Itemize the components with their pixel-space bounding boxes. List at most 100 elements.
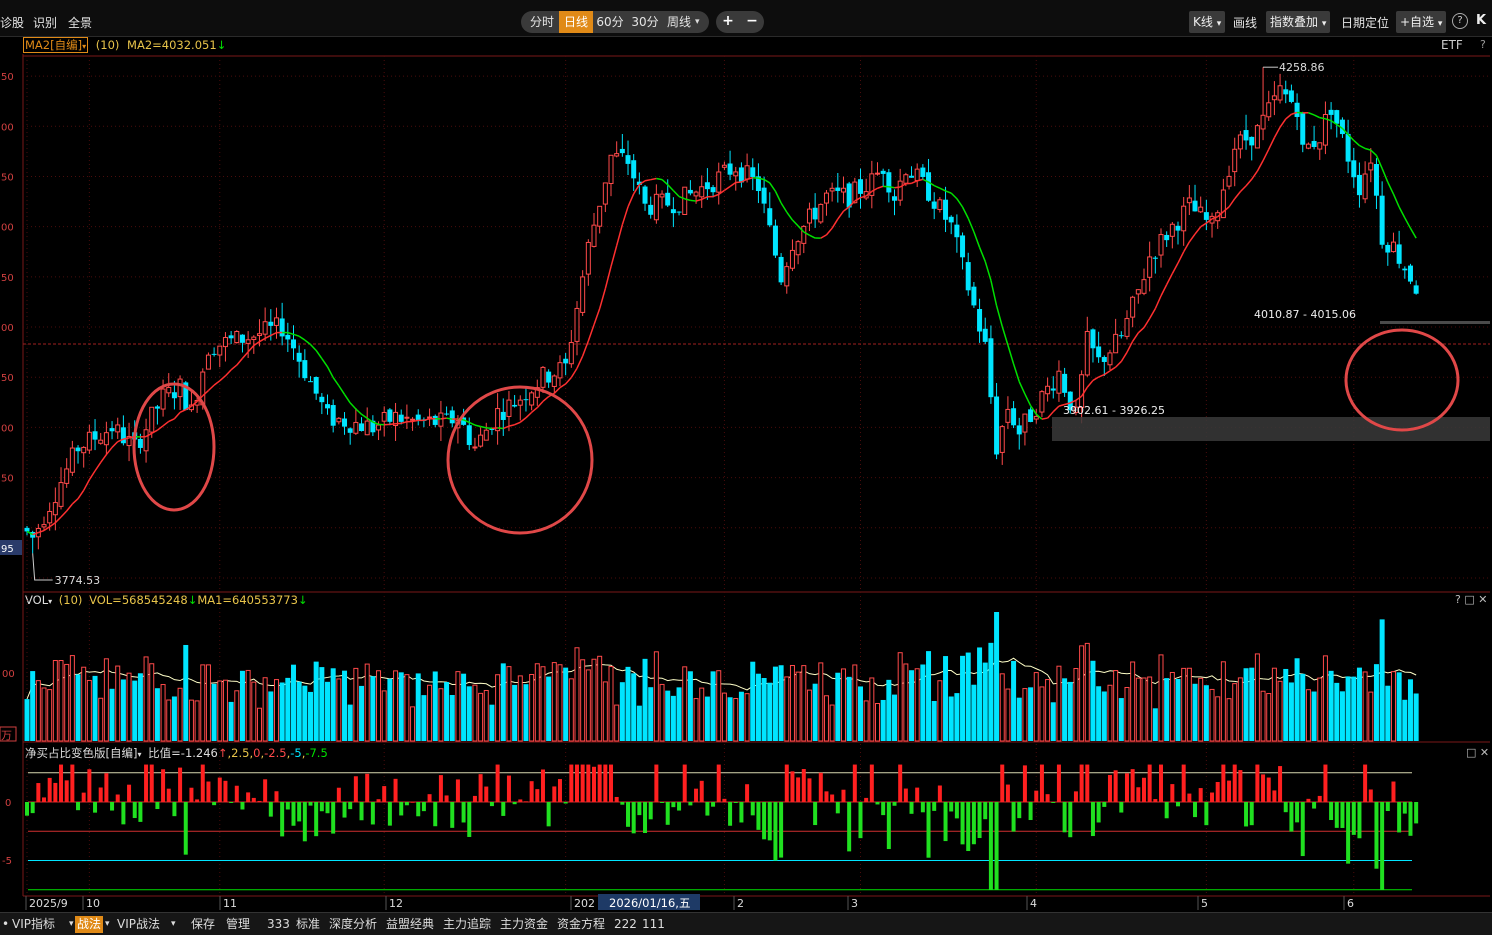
netbuy-bar — [473, 796, 477, 802]
ma-segment — [1025, 394, 1031, 406]
bottom-tab-10[interactable]: 主力资金 — [500, 916, 548, 933]
candle-body-down — [155, 406, 160, 408]
netbuy-bar — [127, 785, 131, 802]
candle-body-down — [1329, 110, 1334, 115]
candle-body-up — [1278, 86, 1282, 100]
netbuy-bar — [428, 794, 432, 802]
volume-bar-up — [1318, 678, 1322, 741]
netbuy-bar — [541, 769, 545, 802]
ma-segment — [1382, 168, 1388, 182]
netbuy-bar — [1068, 802, 1072, 837]
volume-bar-down — [909, 670, 914, 741]
chevron-down-icon[interactable]: ▾ — [105, 916, 110, 933]
ma-segment — [1110, 367, 1116, 371]
ma-segment — [832, 219, 838, 228]
netbuy-bar — [1040, 765, 1044, 802]
candle-body-up — [479, 435, 483, 446]
date-axis-label: 5 — [1201, 897, 1208, 910]
candle-body-down — [546, 372, 551, 383]
ma-segment — [1354, 140, 1360, 145]
volume-bar-down — [648, 687, 653, 741]
volume-bar-up — [1261, 691, 1265, 741]
date-axis-label: 3 — [851, 897, 858, 910]
bottom-tab-7[interactable]: 深度分析 — [329, 916, 377, 933]
netbuy-bar — [1199, 788, 1203, 802]
ma-segment — [974, 232, 980, 247]
candle-body-down — [416, 415, 421, 420]
volume-bar-up — [1046, 680, 1050, 741]
candle-body-up — [1391, 242, 1395, 251]
volume-bar-up — [167, 700, 171, 741]
candle-body-up — [802, 226, 806, 243]
chevron-down-icon[interactable]: ▾ — [69, 916, 74, 933]
volume-bar-up — [82, 667, 86, 741]
volume-bar-up — [206, 665, 210, 741]
crosshair-date-label: 2026/01/16,五 — [609, 896, 690, 910]
netbuy-bar — [1329, 802, 1333, 820]
bottom-tab-3[interactable]: 保存 — [191, 916, 215, 933]
date-axis-label: 6 — [1347, 897, 1354, 910]
bottom-tab-2[interactable]: VIP战法 — [117, 916, 160, 933]
netbuy-bar — [666, 802, 670, 825]
volume-bar-up — [824, 696, 828, 741]
bottom-tab-5[interactable]: 333 — [267, 916, 290, 933]
volume-bar-down — [297, 682, 302, 741]
volume-bar-up — [439, 689, 443, 741]
netbuy-bar — [178, 768, 182, 802]
netbuy-bar — [1193, 802, 1197, 817]
volume-bar-down — [767, 683, 772, 741]
candle-body-up — [1255, 126, 1259, 148]
candle-body-up — [65, 469, 69, 483]
candle-body-down — [1380, 196, 1385, 245]
netbuy-bar — [1295, 802, 1299, 822]
volume-bar-up — [1187, 668, 1191, 741]
candle-body-down — [302, 360, 307, 378]
netbuy-bar — [893, 802, 897, 806]
bottom-tab-8[interactable]: 益盟经典 — [386, 916, 434, 933]
netbuy-bar — [240, 802, 244, 809]
candle-body-up — [87, 432, 91, 450]
ma-segment — [1002, 326, 1008, 345]
bottom-tab-0[interactable]: VIP指标 — [12, 916, 55, 933]
netbuy-bar — [643, 802, 647, 833]
low-leader — [33, 553, 53, 580]
ma-segment — [169, 419, 175, 422]
volume-bar-down — [1244, 668, 1249, 741]
bottom-tab-4[interactable]: 管理 — [226, 916, 250, 933]
netbuy-bar — [65, 780, 69, 802]
ma-segment — [838, 211, 844, 219]
candle-body-down — [342, 419, 347, 427]
bottom-tab-12[interactable]: 222 — [614, 916, 637, 933]
candle-body-up — [42, 525, 46, 527]
candle-body-down — [1028, 409, 1033, 422]
volume-bar-down — [688, 671, 693, 741]
candle-body-down — [1102, 357, 1107, 362]
ma-segment — [583, 341, 589, 356]
volume-bar-down — [331, 668, 336, 741]
candle-body-up — [439, 413, 443, 426]
volume-bar-up — [898, 653, 902, 741]
ma-segment — [1116, 361, 1122, 367]
bottom-tab-6[interactable]: 标准 — [296, 916, 320, 933]
chevron-down-icon[interactable]: ▾ — [171, 916, 176, 933]
netbuy-tick-label: -5 — [2, 856, 12, 867]
volume-bar-down — [750, 662, 755, 741]
volume-bar-up — [1142, 678, 1146, 741]
bottom-tab-1[interactable]: 战法 — [75, 916, 103, 933]
netbuy-bar — [189, 788, 193, 802]
volume-bar-down — [1283, 669, 1288, 741]
volume-bar-down — [93, 676, 98, 741]
volume-bar-up — [807, 690, 811, 741]
ma-segment — [1410, 228, 1416, 238]
candle-body-down — [1249, 137, 1254, 145]
netbuy-bar — [172, 802, 176, 816]
bottom-tab-11[interactable]: 资金方程 — [557, 916, 605, 933]
volume-bar-up — [496, 675, 500, 741]
bottom-tab-9[interactable]: 主力追踪 — [443, 916, 491, 933]
ma-segment — [1314, 115, 1320, 118]
volume-bar-up — [246, 670, 250, 741]
ma-segment — [1235, 192, 1241, 199]
volume-bar-down — [1062, 678, 1067, 741]
bottom-tab-13[interactable]: 111 — [642, 916, 665, 933]
netbuy-bar — [1289, 802, 1293, 832]
